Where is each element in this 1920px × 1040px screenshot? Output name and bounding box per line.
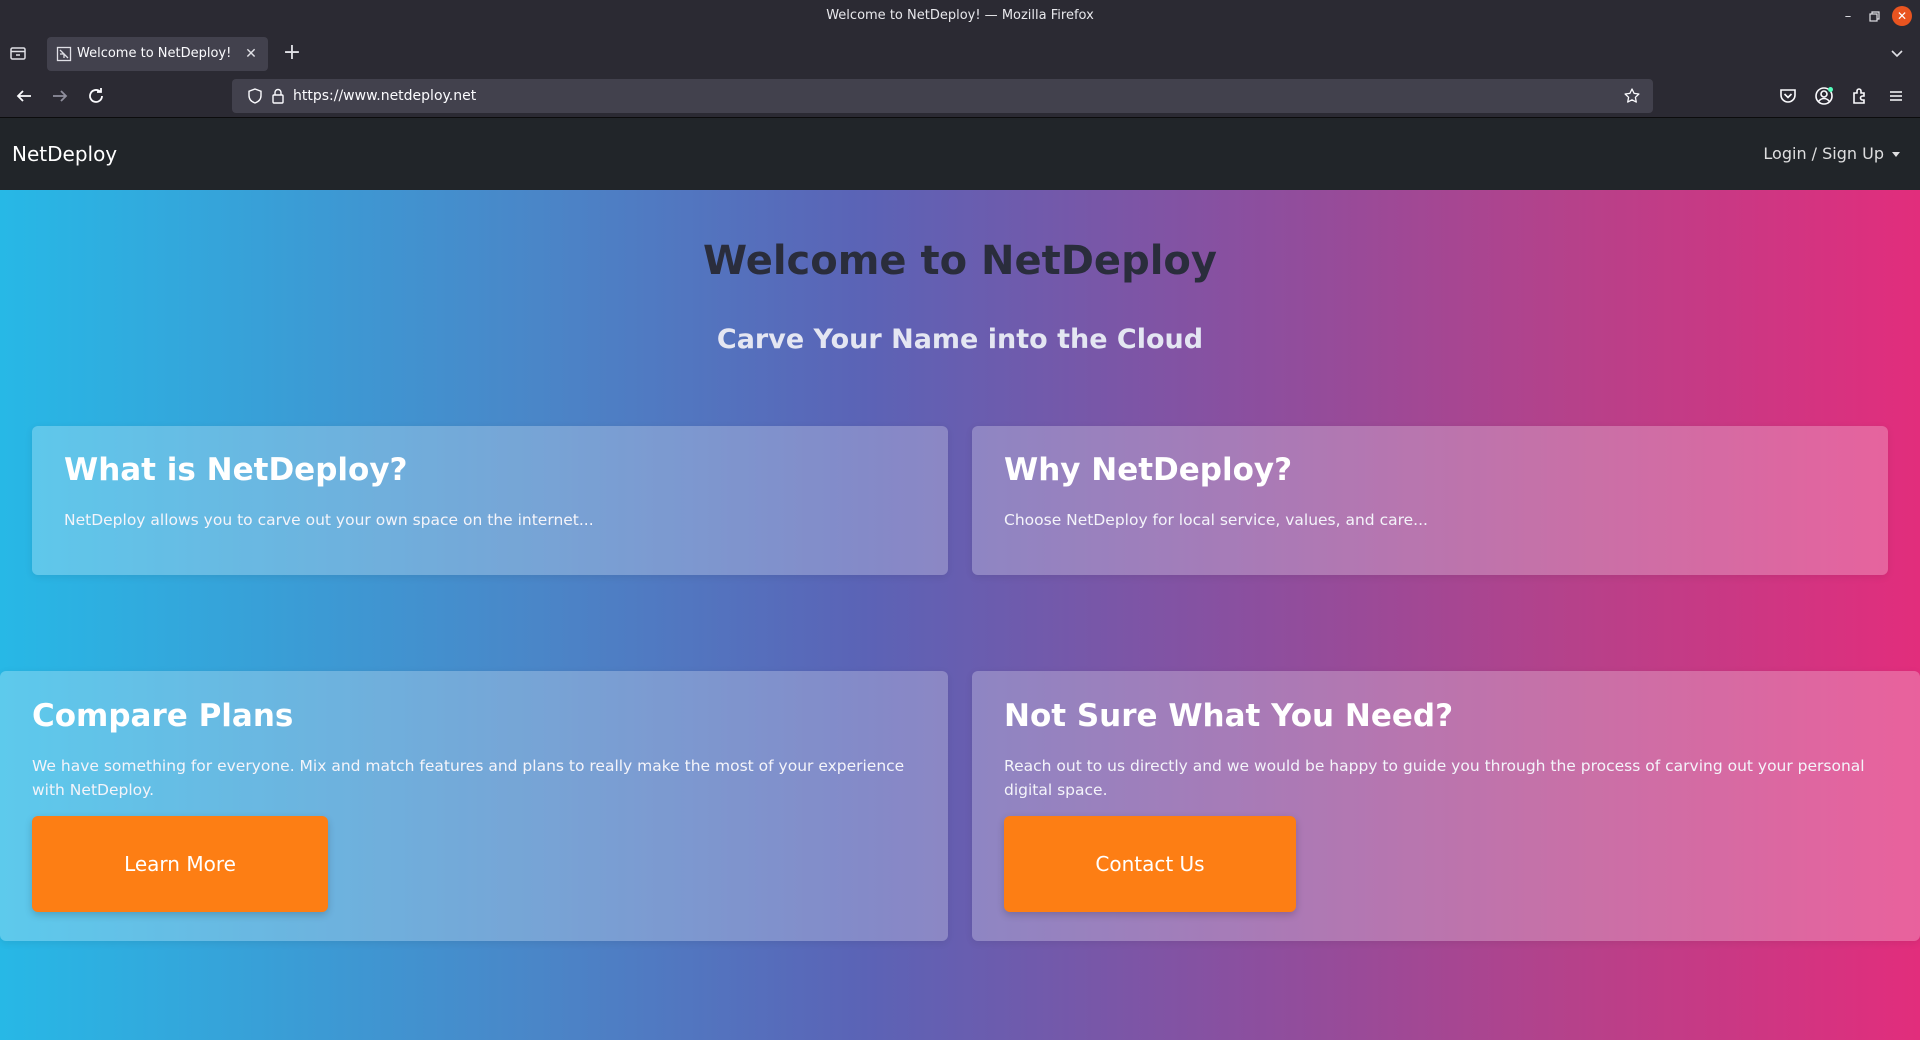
card-text: Choose NetDeploy for local service, valu…: [1004, 511, 1428, 529]
extensions-icon[interactable]: [1848, 84, 1872, 108]
close-window-icon[interactable]: ✕: [1892, 6, 1912, 26]
forward-icon[interactable]: [48, 84, 72, 108]
card-title: Compare Plans: [32, 698, 294, 734]
card-what-is: What is NetDeploy? NetDeploy allows you …: [32, 426, 948, 575]
app-menu-icon[interactable]: [1884, 84, 1908, 108]
browser-navbar: https://www.netdeploy.net: [0, 74, 1920, 118]
pocket-icon[interactable]: [1776, 84, 1800, 108]
learn-more-button[interactable]: Learn More: [32, 816, 328, 912]
window-title: Welcome to NetDeploy! — Mozilla Firefox: [826, 8, 1094, 23]
hero-section: Welcome to NetDeploy Carve Your Name int…: [0, 190, 1920, 1040]
login-signup-label: Login / Sign Up: [1763, 144, 1884, 163]
site-navbar: NetDeploy Login / Sign Up: [0, 118, 1920, 190]
card-text: Reach out to us directly and we would be…: [1004, 757, 1865, 799]
restore-icon[interactable]: [1864, 6, 1884, 26]
hero-title: Welcome to NetDeploy: [703, 238, 1217, 284]
hero-subtitle: Carve Your Name into the Cloud: [716, 324, 1204, 355]
tab-netdeploy[interactable]: Welcome to NetDeploy! ✕: [47, 37, 268, 71]
new-tab-button[interactable]: +: [280, 42, 304, 66]
card-why: Why NetDeploy? Choose NetDeploy for loca…: [972, 426, 1888, 575]
reload-icon[interactable]: [84, 84, 108, 108]
site-brand[interactable]: NetDeploy: [12, 118, 117, 190]
bookmark-star-icon[interactable]: [1623, 87, 1641, 105]
card-text: We have something for everyone. Mix and …: [32, 757, 905, 799]
card-title: Why NetDeploy?: [1004, 452, 1293, 488]
card-not-sure: Not Sure What You Need? Reach out to us …: [972, 671, 1920, 941]
tab-title: Welcome to NetDeploy!: [77, 46, 232, 61]
lock-icon[interactable]: [269, 87, 287, 105]
list-all-tabs-icon[interactable]: [1888, 44, 1908, 64]
tab-strip: Welcome to NetDeploy! ✕ +: [0, 34, 1920, 74]
card-text: NetDeploy allows you to carve out your o…: [64, 511, 594, 529]
tracking-protection-shield-icon[interactable]: [246, 87, 264, 105]
account-icon[interactable]: [1812, 84, 1836, 108]
card-compare-plans: Compare Plans We have something for ever…: [0, 671, 948, 941]
firefox-view-icon[interactable]: [8, 43, 30, 65]
tab-close-icon[interactable]: ✕: [242, 45, 260, 63]
card-title: What is NetDeploy?: [64, 452, 408, 488]
back-icon[interactable]: [12, 84, 36, 108]
card-title: Not Sure What You Need?: [1004, 698, 1454, 734]
caret-down-icon: [1892, 152, 1900, 157]
url-bar[interactable]: https://www.netdeploy.net: [232, 79, 1653, 113]
page-favicon-icon: [56, 46, 72, 62]
contact-us-button[interactable]: Contact Us: [1004, 816, 1296, 912]
login-signup-dropdown[interactable]: Login / Sign Up: [1763, 118, 1900, 190]
window-titlebar: Welcome to NetDeploy! — Mozilla Firefox …: [0, 0, 1920, 34]
url-text[interactable]: https://www.netdeploy.net: [293, 79, 476, 113]
minimize-icon[interactable]: –: [1838, 6, 1858, 26]
page-viewport: NetDeploy Login / Sign Up Welcome to Net…: [0, 118, 1920, 1040]
